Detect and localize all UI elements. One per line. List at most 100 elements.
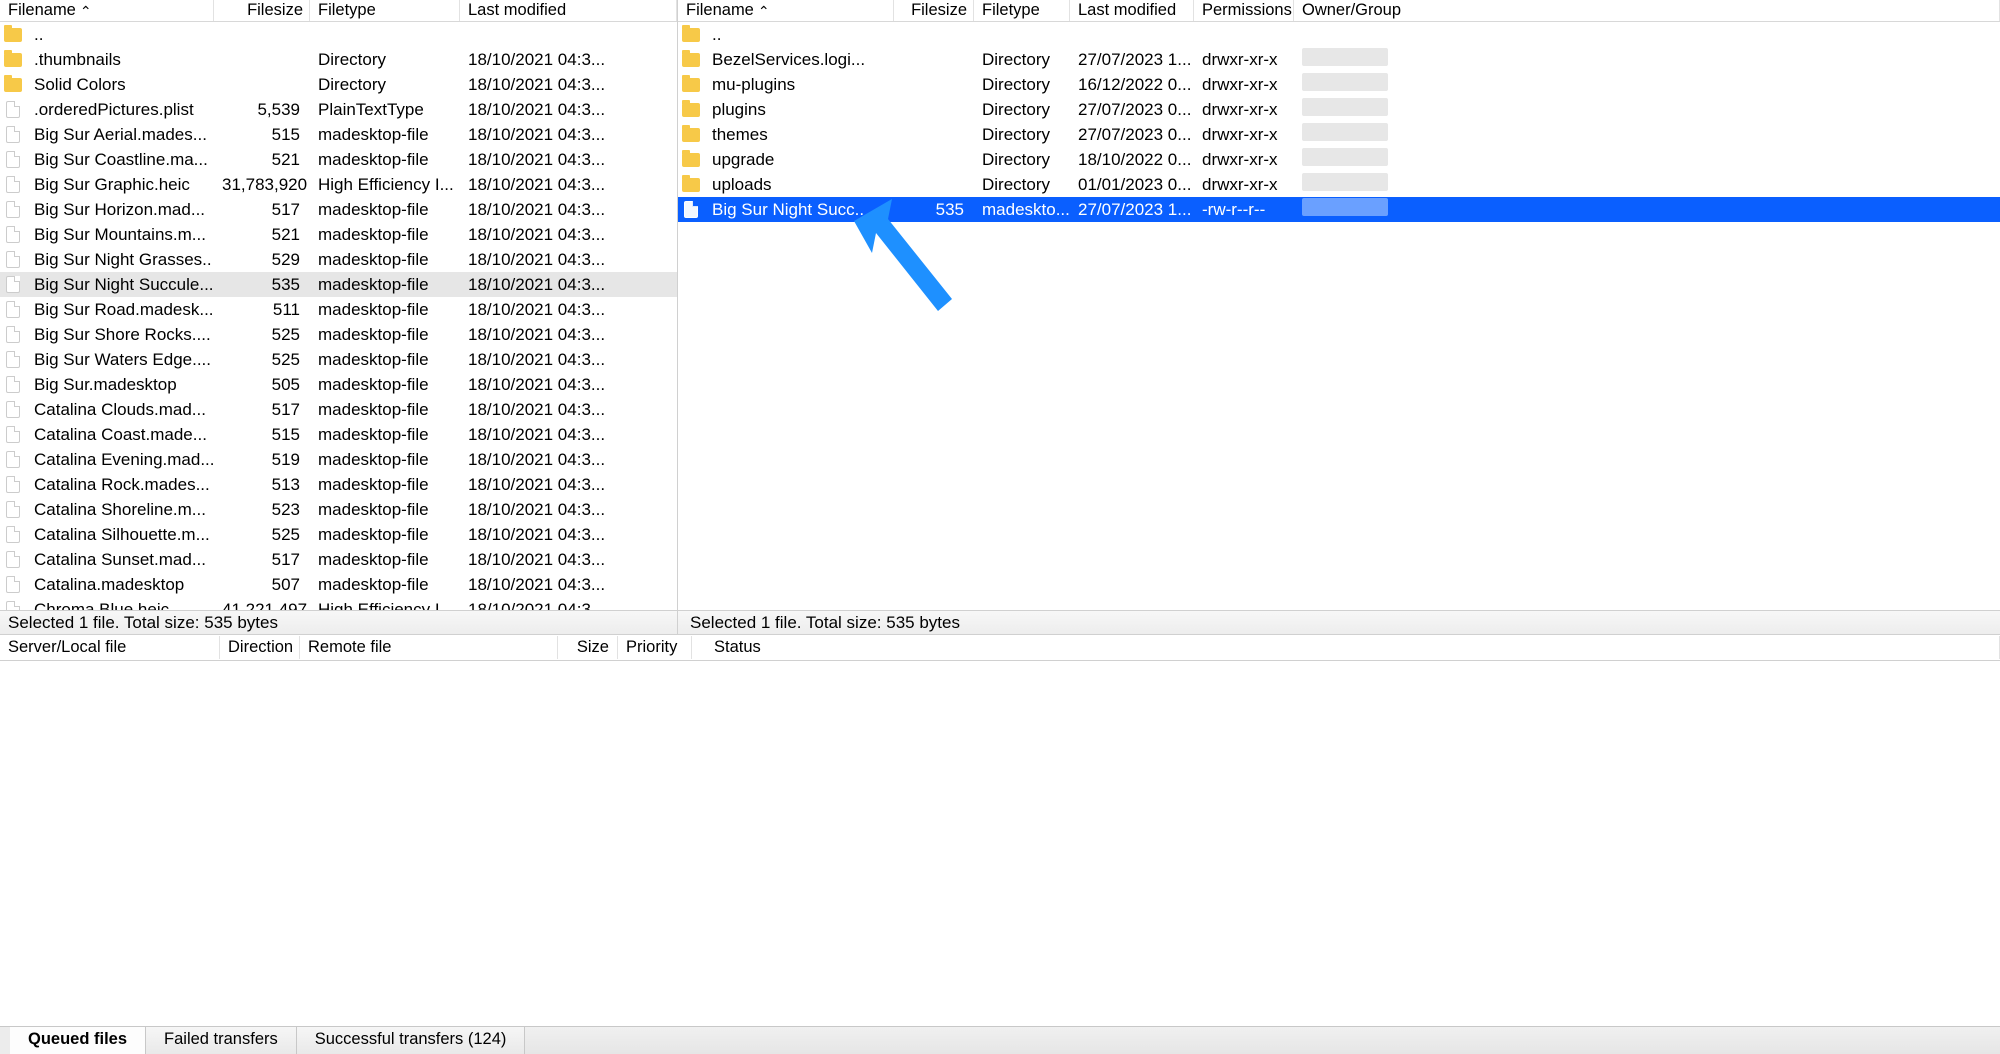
cell-ownergroup — [1294, 98, 1394, 121]
qcol-direction[interactable]: Direction — [220, 636, 300, 659]
file-row[interactable]: Big Sur Graphic.heic31,783,920High Effic… — [0, 172, 677, 197]
col-lastmodified[interactable]: Last modified — [460, 0, 677, 21]
file-row[interactable]: uploadsDirectory01/01/2023 0...drwxr-xr-… — [678, 172, 2000, 197]
col-permissions[interactable]: Permissions — [1194, 0, 1294, 21]
cell-lastmodified: 18/10/2021 04:3... — [460, 150, 650, 170]
remote-file-list[interactable]: ..BezelServices.logi...Directory27/07/20… — [678, 22, 2000, 610]
cell-lastmodified: 18/10/2021 04:3... — [460, 225, 650, 245]
cell-filesize: 5,539 — [214, 100, 310, 120]
qcol-size[interactable]: Size — [558, 636, 618, 659]
file-row[interactable]: upgradeDirectory18/10/2022 0...drwxr-xr-… — [678, 147, 2000, 172]
file-icon — [0, 126, 26, 143]
local-header: Filename Filesize Filetype Last modified — [0, 0, 677, 22]
qcol-status[interactable]: Status — [692, 636, 2000, 659]
file-row[interactable]: Solid ColorsDirectory18/10/2021 04:3... — [0, 72, 677, 97]
file-row[interactable]: Big Sur.madesktop505madesktop-file18/10/… — [0, 372, 677, 397]
cell-ownergroup — [1294, 123, 1394, 146]
local-file-list[interactable]: ...thumbnailsDirectory18/10/2021 04:3...… — [0, 22, 677, 610]
file-row[interactable]: pluginsDirectory27/07/2023 0...drwxr-xr-… — [678, 97, 2000, 122]
file-row[interactable]: Catalina Shoreline.m...523madesktop-file… — [0, 497, 677, 522]
cell-filename: uploads — [704, 175, 894, 195]
cell-filename: Big Sur Night Succule... — [26, 275, 214, 295]
qcol-priority[interactable]: Priority — [618, 636, 692, 659]
cell-filesize: 511 — [214, 300, 310, 320]
file-row[interactable]: Catalina Clouds.mad...517madesktop-file1… — [0, 397, 677, 422]
col-filename[interactable]: Filename — [0, 0, 214, 21]
cell-filetype: Directory — [974, 150, 1070, 170]
file-row[interactable]: .orderedPictures.plist5,539PlainTextType… — [0, 97, 677, 122]
col-filename[interactable]: Filename — [678, 0, 894, 21]
file-icon — [0, 376, 26, 393]
cell-filename: Big Sur Waters Edge.... — [26, 350, 214, 370]
cell-lastmodified: 16/12/2022 0... — [1070, 75, 1194, 95]
tab-failed-transfers[interactable]: Failed transfers — [146, 1027, 297, 1054]
col-filesize[interactable]: Filesize — [894, 0, 974, 21]
file-row[interactable]: BezelServices.logi...Directory27/07/2023… — [678, 47, 2000, 72]
col-filetype[interactable]: Filetype — [310, 0, 460, 21]
cell-filesize: 535 — [214, 275, 310, 295]
file-icon — [0, 276, 26, 293]
cell-filetype: madesktop-file — [310, 250, 460, 270]
file-row[interactable]: Chroma Blue.heic41,221,497High Efficienc… — [0, 597, 677, 610]
tab-queued-files[interactable]: Queued files — [10, 1027, 146, 1054]
cell-ownergroup — [1294, 48, 1394, 71]
queue-header: Server/Local file Direction Remote file … — [0, 635, 2000, 661]
col-filetype[interactable]: Filetype — [974, 0, 1070, 21]
file-row[interactable]: Catalina Sunset.mad...517madesktop-file1… — [0, 547, 677, 572]
folder-icon — [0, 53, 26, 67]
cell-filetype: Directory — [974, 100, 1070, 120]
cell-filename: .thumbnails — [26, 50, 214, 70]
file-row[interactable]: Big Sur Mountains.m...521madesktop-file1… — [0, 222, 677, 247]
file-row[interactable]: .thumbnailsDirectory18/10/2021 04:3... — [0, 47, 677, 72]
cell-filename: Big Sur Graphic.heic — [26, 175, 214, 195]
cell-filename: Catalina Coast.made... — [26, 425, 214, 445]
cell-lastmodified: 27/07/2023 1... — [1070, 50, 1194, 70]
cell-filetype: madesktop-file — [310, 550, 460, 570]
cell-filetype: madesktop-file — [310, 575, 460, 595]
cell-filesize: 507 — [214, 575, 310, 595]
file-row[interactable]: mu-pluginsDirectory16/12/2022 0...drwxr-… — [678, 72, 2000, 97]
file-row[interactable]: Catalina.madesktop507madesktop-file18/10… — [0, 572, 677, 597]
file-icon — [0, 601, 26, 610]
col-lastmodified[interactable]: Last modified — [1070, 0, 1194, 21]
col-filesize[interactable]: Filesize — [214, 0, 310, 21]
tab-successful-transfers[interactable]: Successful transfers (124) — [297, 1027, 526, 1054]
local-status: Selected 1 file. Total size: 535 bytes — [0, 611, 678, 634]
cell-ownergroup — [1294, 198, 1394, 221]
file-row[interactable]: Big Sur Night Succ..535madeskto...27/07/… — [678, 197, 2000, 222]
cell-filename: Catalina Clouds.mad... — [26, 400, 214, 420]
cell-filesize: 31,783,920 — [214, 175, 310, 195]
filezilla-window: Filename Filesize Filetype Last modified… — [0, 0, 2000, 1054]
file-row[interactable]: Big Sur Waters Edge....525madesktop-file… — [0, 347, 677, 372]
file-row[interactable]: Catalina Rock.mades...513madesktop-file1… — [0, 472, 677, 497]
file-row[interactable]: Big Sur Coastline.ma...521madesktop-file… — [0, 147, 677, 172]
file-icon — [0, 451, 26, 468]
file-row[interactable]: .. — [678, 22, 2000, 47]
cell-permissions: drwxr-xr-x — [1194, 50, 1294, 70]
file-row[interactable]: Big Sur Night Succule...535madesktop-fil… — [0, 272, 677, 297]
qcol-server-local-file[interactable]: Server/Local file — [0, 636, 220, 659]
file-row[interactable]: Big Sur Aerial.mades...515madesktop-file… — [0, 122, 677, 147]
cell-filesize: 515 — [214, 125, 310, 145]
file-row[interactable]: Big Sur Shore Rocks....525madesktop-file… — [0, 322, 677, 347]
cell-lastmodified: 18/10/2021 04:3... — [460, 575, 650, 595]
file-row[interactable]: Big Sur Night Grasses..529madesktop-file… — [0, 247, 677, 272]
file-icon — [678, 201, 704, 218]
file-row[interactable]: themesDirectory27/07/2023 0...drwxr-xr-x — [678, 122, 2000, 147]
file-icon — [0, 251, 26, 268]
queue-body[interactable] — [0, 661, 2000, 1026]
cell-lastmodified: 18/10/2021 04:3... — [460, 200, 650, 220]
cell-permissions: drwxr-xr-x — [1194, 75, 1294, 95]
col-ownergroup[interactable]: Owner/Group — [1294, 0, 2000, 21]
transfer-tabs: Queued files Failed transfers Successful… — [0, 1026, 2000, 1054]
file-row[interactable]: Big Sur Horizon.mad...517madesktop-file1… — [0, 197, 677, 222]
qcol-remote-file[interactable]: Remote file — [300, 636, 558, 659]
file-row[interactable]: .. — [0, 22, 677, 47]
file-row[interactable]: Catalina Coast.made...515madesktop-file1… — [0, 422, 677, 447]
cell-lastmodified: 01/01/2023 0... — [1070, 175, 1194, 195]
file-row[interactable]: Catalina Silhouette.m...525madesktop-fil… — [0, 522, 677, 547]
cell-permissions: -rw-r--r-- — [1194, 200, 1294, 220]
cell-lastmodified: 18/10/2021 04:3... — [460, 375, 650, 395]
file-row[interactable]: Catalina Evening.mad...519madesktop-file… — [0, 447, 677, 472]
file-row[interactable]: Big Sur Road.madesk...511madesktop-file1… — [0, 297, 677, 322]
